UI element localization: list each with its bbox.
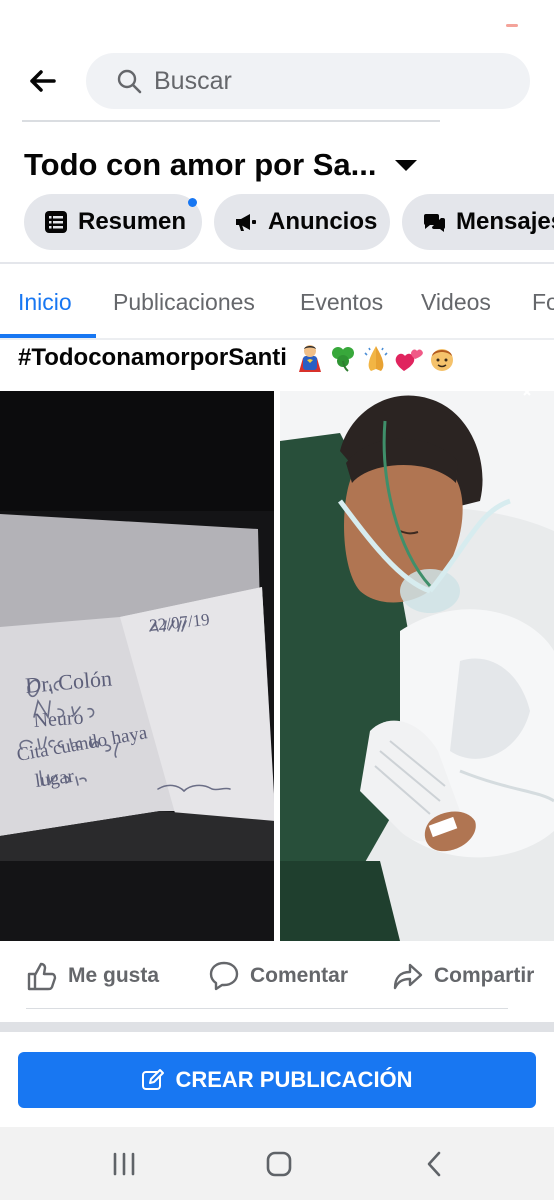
tab-videos[interactable]: Videos — [421, 289, 491, 316]
list-icon — [45, 211, 67, 233]
home-icon[interactable] — [259, 1147, 299, 1181]
search-input[interactable] — [154, 66, 494, 96]
search-bar[interactable] — [86, 53, 530, 109]
praying-hands-icon — [364, 346, 388, 371]
tab-fotos[interactable]: Fo — [532, 289, 554, 316]
create-post-label: CREAR PUBLICACIÓN — [175, 1067, 413, 1092]
back-arrow-icon[interactable] — [24, 66, 60, 96]
section-separator — [0, 1022, 554, 1032]
superhero-icon — [298, 345, 321, 372]
comment-icon — [209, 961, 239, 991]
search-row — [0, 52, 554, 110]
post-text: #TodoconamorporSanti — [18, 340, 457, 376]
tab-publicaciones[interactable]: Publicaciones — [113, 289, 255, 316]
thumbs-up-icon — [27, 962, 57, 991]
recent-apps-icon[interactable] — [104, 1147, 144, 1181]
tab-eventos[interactable]: Eventos — [300, 289, 383, 316]
post-hashtag[interactable]: #TodoconamorporSanti — [18, 344, 287, 372]
like-button[interactable]: Me gusta — [26, 956, 159, 996]
comment-button[interactable]: Comentar — [208, 956, 348, 996]
page-title-row[interactable]: Todo con amor por Sa... — [24, 143, 417, 187]
post-photo-hospital[interactable] — [280, 391, 554, 941]
megaphone-icon — [236, 214, 256, 231]
chip-anuncios[interactable]: Anuncios — [214, 194, 390, 250]
chip-label: Resumen — [78, 208, 187, 235]
post-photo-note[interactable]: 22/07/19 Dr. Colón Neuro Cita cuando hay… — [0, 391, 274, 941]
status-indicator — [506, 24, 518, 27]
share-button[interactable]: Compartir — [392, 956, 534, 996]
divider — [26, 1008, 508, 1009]
chat-icon — [423, 214, 446, 232]
handwritten-note-photo: 22/07/19 Dr. Colón Neuro Cita cuando hay… — [0, 391, 274, 941]
page-actions-chips: Resumen Anuncios Mensajes — [24, 194, 554, 250]
share-label: Compartir — [434, 964, 535, 987]
back-icon[interactable] — [414, 1147, 454, 1181]
caret-down-icon[interactable] — [394, 159, 417, 171]
shamrock-icon — [331, 347, 354, 372]
tab-inicio[interactable]: Inicio — [18, 289, 72, 316]
page-tabs: Inicio Publicaciones Eventos Videos Fo — [0, 264, 554, 338]
create-post-button[interactable]: CREAR PUBLICACIÓN — [18, 1052, 536, 1108]
post-emojis — [295, 343, 457, 373]
child-hospital-bed-photo — [280, 391, 554, 941]
two-hearts-icon — [395, 349, 423, 371]
system-nav-bar — [0, 1127, 554, 1200]
search-icon — [117, 69, 142, 94]
like-label: Me gusta — [68, 964, 160, 987]
notification-dot — [188, 198, 197, 207]
comment-label: Comentar — [250, 964, 349, 987]
chip-mensajes[interactable]: Mensajes — [402, 194, 554, 250]
divider — [22, 120, 440, 122]
chip-resumen[interactable]: Resumen — [24, 194, 202, 250]
child-face-icon — [430, 349, 453, 371]
edit-icon — [142, 1069, 165, 1090]
chip-label: Mensajes — [456, 208, 554, 235]
chip-label: Anuncios — [268, 208, 378, 235]
note-line: Neuro — [33, 707, 84, 732]
post-actions: Me gusta Comentar Compartir — [0, 950, 554, 1002]
page-title: Todo con amor por Sa... — [24, 147, 377, 182]
share-icon — [393, 963, 423, 990]
